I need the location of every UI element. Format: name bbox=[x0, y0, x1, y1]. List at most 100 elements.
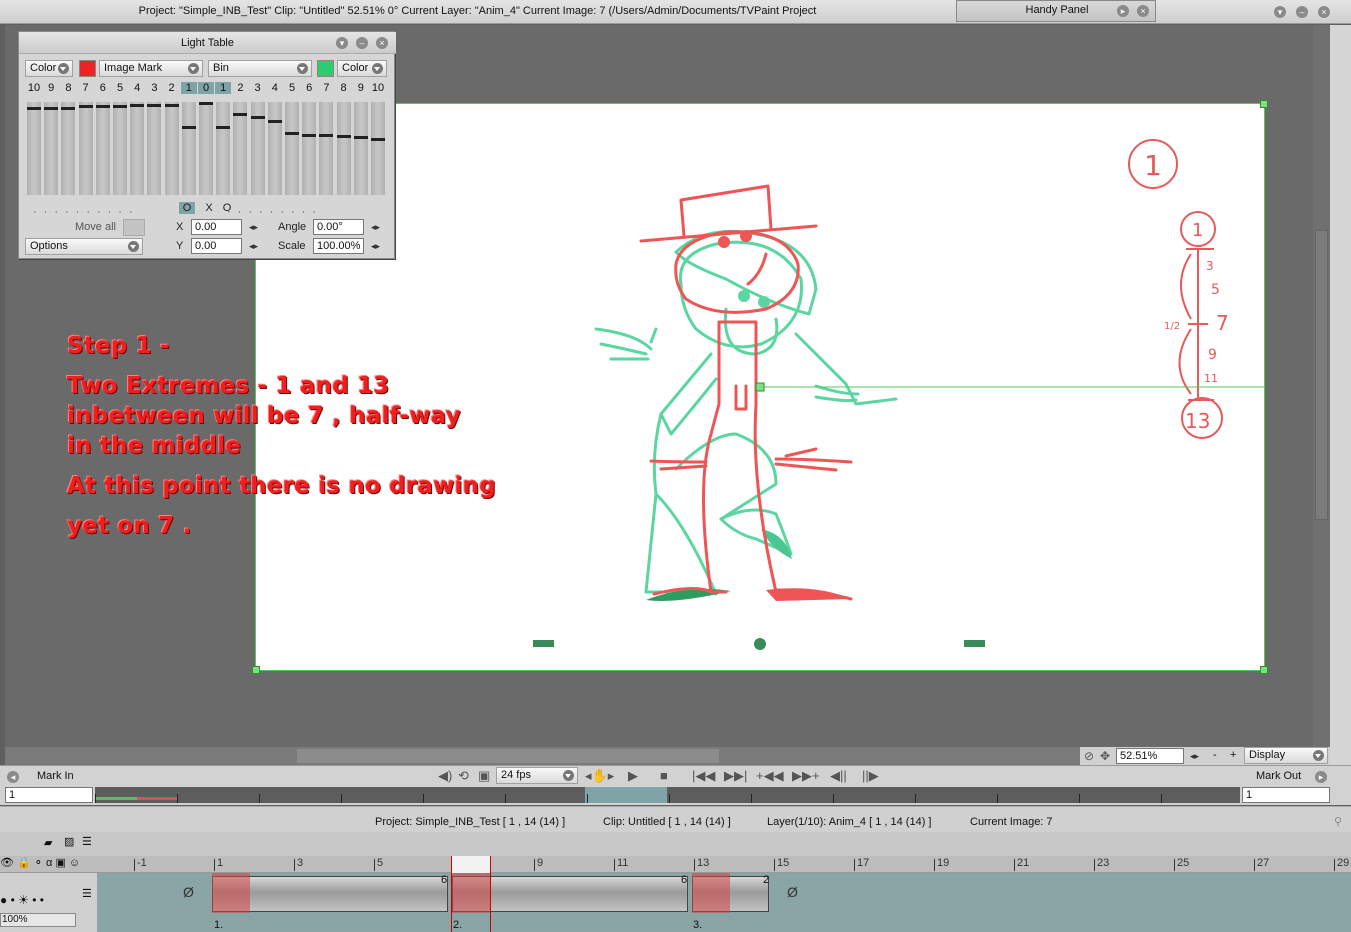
slider-knob[interactable] bbox=[44, 106, 59, 110]
toggle-before[interactable]: O bbox=[179, 202, 195, 214]
slider-knob[interactable] bbox=[181, 126, 196, 130]
panel-menu-icon[interactable]: ▾ bbox=[336, 37, 348, 49]
vertical-scrollbar[interactable] bbox=[1313, 25, 1330, 747]
right-color-mode-dropdown[interactable]: Color bbox=[337, 60, 387, 77]
slider-knob[interactable] bbox=[147, 103, 162, 107]
zoom-in-icon[interactable]: + bbox=[1230, 749, 1236, 761]
slider-knob[interactable] bbox=[285, 131, 299, 135]
horizontal-scroll-thumb[interactable] bbox=[297, 749, 719, 763]
opacity-slider-5[interactable] bbox=[113, 102, 127, 195]
mark-out-menu-icon[interactable]: ▸ bbox=[1315, 771, 1327, 783]
opacity-slider-14[interactable] bbox=[267, 102, 282, 195]
fit-icon[interactable]: ▣ bbox=[478, 768, 490, 784]
slider-knob[interactable] bbox=[78, 104, 93, 108]
opacity-slider-9[interactable] bbox=[181, 102, 196, 195]
canvas-handle-bottom-left[interactable] bbox=[252, 666, 260, 674]
window-collapse-icon[interactable]: – bbox=[1296, 6, 1308, 18]
opacity-slider-17[interactable] bbox=[319, 102, 334, 195]
left-color-mode-dropdown[interactable]: Color bbox=[25, 60, 73, 77]
canvas-handle-top-right[interactable] bbox=[1260, 100, 1268, 108]
layer-toggle-icons[interactable]: 👁 🔒 ⚬ α ▣ ☺ bbox=[0, 856, 80, 869]
bin-dropdown[interactable]: Bin bbox=[208, 60, 312, 77]
display-dropdown[interactable]: Display bbox=[1244, 747, 1328, 764]
stop-icon[interactable]: ■ bbox=[660, 768, 668, 783]
mark-in-menu-icon[interactable]: ◂ bbox=[7, 771, 19, 783]
slider-knob[interactable] bbox=[233, 112, 248, 116]
prev-key-icon[interactable]: +◀◀ bbox=[756, 768, 784, 784]
slider-knob[interactable] bbox=[336, 135, 351, 139]
drawing-canvas[interactable]: 1 1 3 5 7 9 11 13 1/2 bbox=[252, 100, 1268, 674]
opacity-slider-20[interactable] bbox=[371, 102, 385, 195]
handy-panel-tab[interactable]: Handy Panel ▸ × bbox=[956, 0, 1156, 22]
opacity-slider-2[interactable] bbox=[61, 102, 76, 195]
slider-knob[interactable] bbox=[353, 136, 368, 140]
opacity-slider-12[interactable] bbox=[233, 102, 248, 195]
right-color-swatch[interactable] bbox=[317, 60, 334, 77]
window-minimize-icon[interactable]: ▾ bbox=[1274, 6, 1286, 18]
toggle-center[interactable]: X bbox=[201, 202, 217, 214]
slider-knob[interactable] bbox=[302, 133, 317, 137]
layer-menu-icon[interactable]: ☰ bbox=[82, 887, 92, 900]
slider-knob[interactable] bbox=[113, 104, 127, 108]
zoom-spin-icon[interactable]: ◂▸ bbox=[1190, 751, 1199, 762]
window-close-icon[interactable]: × bbox=[1318, 6, 1330, 18]
fps-dropdown[interactable]: 24 fps bbox=[496, 767, 578, 784]
pivot-handle[interactable] bbox=[755, 382, 765, 392]
slider-knob[interactable] bbox=[267, 120, 282, 123]
panel-close-icon[interactable]: × bbox=[376, 37, 388, 49]
opacity-slider-16[interactable] bbox=[302, 102, 317, 195]
x-field[interactable]: 0.00 bbox=[191, 219, 242, 235]
slider-knob[interactable] bbox=[199, 102, 213, 105]
slider-knob[interactable] bbox=[371, 138, 385, 141]
zoom-out-icon[interactable]: - bbox=[1213, 749, 1217, 761]
vertical-scroll-thumb[interactable] bbox=[1315, 230, 1328, 520]
scale-field[interactable]: 100.00% bbox=[313, 238, 364, 254]
center-view-icon[interactable]: ✥ bbox=[1100, 749, 1110, 763]
scale-spin-icon[interactable]: ◂▸ bbox=[371, 241, 380, 252]
panel-close-icon[interactable]: × bbox=[1137, 5, 1149, 17]
slider-knob[interactable] bbox=[130, 103, 145, 107]
comment-icon[interactable]: ▰ bbox=[44, 836, 52, 849]
mark-in-field[interactable]: 1 bbox=[5, 787, 93, 803]
opacity-slider-1[interactable] bbox=[44, 102, 59, 195]
opacity-slider-15[interactable] bbox=[285, 102, 299, 195]
prev-frame-icon[interactable]: ◀|| bbox=[830, 768, 847, 784]
list-icon[interactable]: ☰ bbox=[82, 835, 92, 848]
image-mark-dropdown[interactable]: Image Mark bbox=[99, 60, 203, 77]
slider-knob[interactable] bbox=[164, 103, 179, 107]
layer-icon[interactable]: ▨ bbox=[64, 835, 74, 848]
sound-icon[interactable]: ◀) bbox=[438, 768, 452, 784]
frame-scrub-ruler[interactable] bbox=[95, 787, 1240, 803]
slider-knob[interactable] bbox=[27, 106, 41, 110]
mark-out-field[interactable]: 1 bbox=[1242, 787, 1330, 803]
rotate-view-icon[interactable]: ⊘ bbox=[1084, 749, 1094, 763]
y-field[interactable]: 0.00 bbox=[191, 238, 242, 254]
opacity-slider-8[interactable] bbox=[164, 102, 179, 195]
opacity-slider-18[interactable] bbox=[336, 102, 351, 195]
zoom-field[interactable]: 52.51% bbox=[1116, 748, 1184, 764]
layer-opacity[interactable]: 100% bbox=[0, 913, 76, 927]
light-table-titlebar[interactable]: Light Table ▾ – × bbox=[19, 32, 396, 54]
loop-icon[interactable]: ⟲ bbox=[458, 768, 469, 784]
opacity-slider-0[interactable] bbox=[27, 102, 41, 195]
angle-field[interactable]: 0.00° bbox=[313, 219, 364, 235]
options-dropdown[interactable]: Options bbox=[25, 238, 143, 255]
light-table-panel[interactable]: Light Table ▾ – × Color Image Mark Bin C… bbox=[18, 31, 396, 259]
pin-icon[interactable]: ⚲ bbox=[1334, 815, 1342, 828]
opacity-slider-6[interactable] bbox=[130, 102, 145, 195]
slider-knob[interactable] bbox=[95, 104, 110, 108]
opacity-slider-19[interactable] bbox=[353, 102, 368, 195]
last-frame-icon[interactable]: ▶▶| bbox=[724, 768, 747, 784]
move-all-button[interactable] bbox=[123, 219, 145, 236]
opacity-slider-4[interactable] bbox=[95, 102, 110, 195]
panel-collapse-icon[interactable]: – bbox=[356, 37, 368, 49]
opacity-slider-10[interactable] bbox=[199, 102, 213, 195]
play-icon[interactable]: ▶ bbox=[628, 768, 638, 784]
opacity-slider-7[interactable] bbox=[147, 102, 162, 195]
first-frame-icon[interactable]: |◀◀ bbox=[692, 768, 715, 784]
next-frame-icon[interactable]: ||▶ bbox=[862, 768, 879, 784]
toggle-after[interactable]: O bbox=[219, 202, 235, 214]
x-spin-icon[interactable]: ◂▸ bbox=[249, 222, 258, 233]
canvas-handle-bottom-right[interactable] bbox=[1260, 666, 1268, 674]
opacity-slider-11[interactable] bbox=[216, 102, 231, 195]
